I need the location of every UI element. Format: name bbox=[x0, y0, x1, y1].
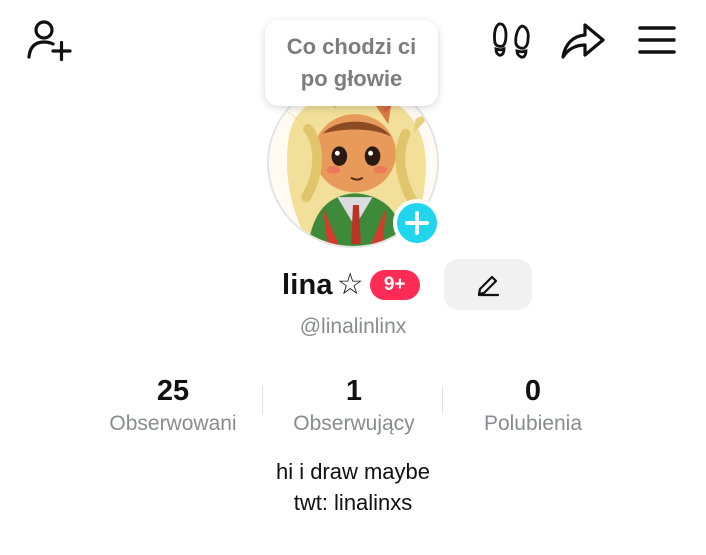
likes-count: 0 bbox=[524, 375, 542, 407]
likes-stat[interactable]: 0 Polubienia bbox=[448, 373, 618, 438]
bio-line: twt: linalinxs bbox=[293, 490, 413, 515]
following-count: 25 bbox=[156, 375, 190, 407]
plus-icon bbox=[405, 211, 429, 235]
profile-views-button[interactable] bbox=[488, 18, 536, 62]
followers-count: 1 bbox=[345, 375, 363, 407]
share-button[interactable] bbox=[556, 18, 610, 62]
name-row: lina ☆ 9+ bbox=[282, 262, 420, 308]
following-label: Obserwowani bbox=[109, 412, 237, 435]
likes-label: Polubienia bbox=[483, 412, 583, 435]
bio-line: hi i draw maybe bbox=[275, 459, 431, 484]
menu-button[interactable] bbox=[634, 18, 680, 62]
add-story-button[interactable] bbox=[393, 199, 441, 247]
stat-divider bbox=[262, 386, 263, 414]
thought-bubble[interactable]: Co chodzi ci po głowie bbox=[265, 20, 438, 106]
followers-label: Obserwujący bbox=[293, 412, 415, 435]
notification-badge[interactable]: 9+ bbox=[369, 270, 420, 300]
username-handle: @linalinlinx bbox=[299, 315, 407, 338]
star-icon: ☆ bbox=[336, 268, 364, 301]
add-friend-button[interactable] bbox=[22, 16, 76, 64]
following-stat[interactable]: 25 Obserwowani bbox=[88, 373, 258, 438]
stat-divider bbox=[442, 386, 443, 414]
display-name: lina bbox=[282, 268, 333, 301]
edit-profile-button[interactable] bbox=[444, 259, 532, 310]
add-friend-icon bbox=[27, 20, 72, 62]
share-icon bbox=[561, 23, 605, 59]
pencil-icon bbox=[477, 275, 500, 296]
thought-bubble-text: Co chodzi ci po głowie bbox=[286, 34, 417, 91]
footprints-icon bbox=[493, 22, 530, 59]
followers-stat[interactable]: 1 Obserwujący bbox=[269, 373, 439, 438]
bio: hi i draw maybe twt: linalinxs bbox=[0, 456, 706, 518]
menu-icon bbox=[638, 26, 676, 54]
